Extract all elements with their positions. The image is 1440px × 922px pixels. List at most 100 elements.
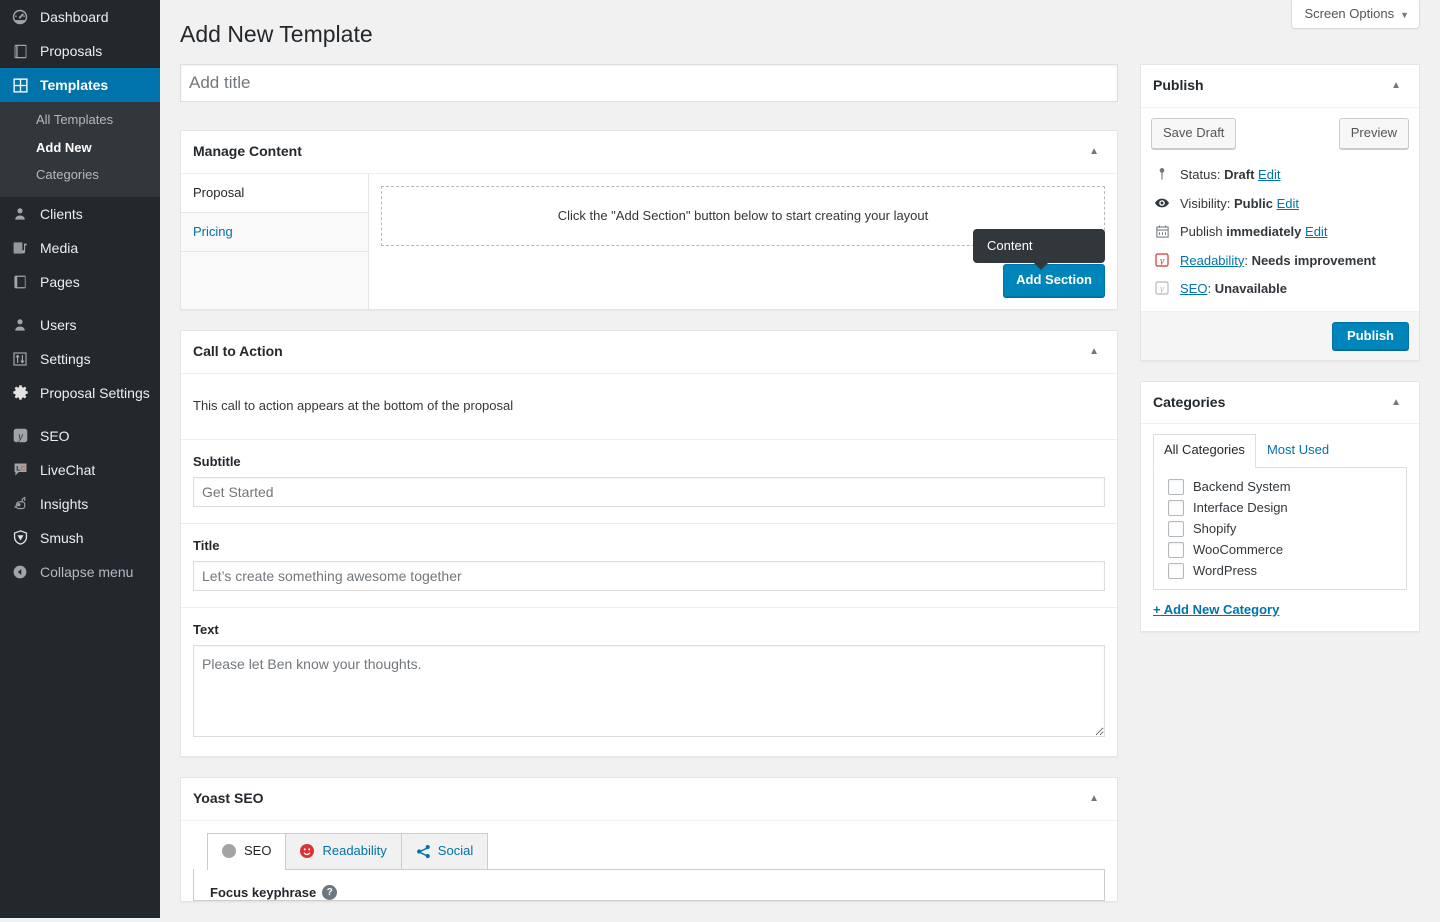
status-value: Draft (1224, 167, 1255, 183)
collapse-menu-button[interactable]: Collapse menu (0, 555, 160, 589)
publish-actions-bottom: Publish (1141, 310, 1419, 360)
submenu-label: All Templates (36, 112, 114, 127)
seo-row: y SEO: Unavailable (1141, 275, 1419, 311)
gear-icon (10, 383, 30, 403)
yoast-seo-title: Yoast SEO (193, 789, 264, 806)
publish-value: immediately (1226, 224, 1302, 240)
post-title-input[interactable] (180, 64, 1118, 102)
mc-tab-filler (181, 251, 368, 300)
svg-text:y: y (1159, 284, 1165, 295)
yoast-body: SEO Readability Social Focus keyphrase ? (181, 821, 1117, 901)
category-checkbox[interactable] (1168, 541, 1184, 558)
mc-tab-pricing[interactable]: Pricing (181, 212, 368, 252)
sidebar-item-smush[interactable]: Smush (0, 521, 160, 555)
sidebar-item-users[interactable]: Users (0, 308, 160, 342)
submenu-item-all-templates[interactable]: All Templates (0, 106, 160, 134)
sidebar-item-templates[interactable]: Templates (0, 68, 168, 102)
sidebar-item-pages[interactable]: Pages (0, 265, 160, 299)
category-checkbox[interactable] (1168, 499, 1184, 516)
visibility-prefix: Visibility: (1180, 195, 1234, 211)
categories-checklist[interactable]: Backend System Interface Design Shopify (1153, 467, 1407, 590)
add-section-button[interactable]: Add Section (1003, 263, 1105, 298)
status-text: Status: Draft Edit (1180, 165, 1280, 185)
sidebar-item-dashboard[interactable]: Dashboard (0, 0, 160, 34)
category-item[interactable]: Interface Design (1164, 498, 1396, 519)
publish-header: Publish ▲ (1141, 65, 1419, 108)
save-draft-button[interactable]: Save Draft (1151, 117, 1237, 150)
field-title: Title (181, 524, 1117, 608)
category-item[interactable]: Backend System (1164, 477, 1396, 498)
yoast-tab-list: SEO Readability Social (207, 832, 1105, 870)
subtitle-input[interactable] (193, 476, 1105, 507)
toggle-panel-icon[interactable]: ▲ (1083, 792, 1105, 806)
title-input[interactable] (193, 560, 1105, 591)
category-item[interactable]: WordPress (1164, 561, 1396, 582)
tab-most-used[interactable]: Most Used (1256, 434, 1340, 467)
sidebar-item-insights[interactable]: Insights (0, 487, 160, 521)
share-icon (416, 844, 430, 858)
sidebar-item-proposal-settings[interactable]: Proposal Settings (0, 376, 160, 410)
category-item[interactable]: Shopify (1164, 519, 1396, 540)
submenu-item-add-new[interactable]: Add New (0, 134, 160, 162)
yoast-tab-readability[interactable]: Readability (285, 832, 402, 869)
publish-actions-top: Save Draft Preview (1141, 108, 1419, 162)
sidebar-item-livechat[interactable]: LC LiveChat (0, 453, 160, 487)
sidebar-item-settings[interactable]: Settings (0, 342, 160, 376)
sidebar-item-media[interactable]: Media (0, 231, 160, 265)
category-checkbox[interactable] (1168, 520, 1184, 537)
call-to-action-title: Call to Action (193, 343, 283, 360)
toggle-panel-icon[interactable]: ▲ (1385, 79, 1407, 93)
seo-link[interactable]: SEO (1180, 281, 1207, 296)
yoast-tab-seo[interactable]: SEO (207, 832, 287, 870)
yoast-tab-social[interactable]: Social (400, 832, 489, 869)
categories-tab-list: All Categories Most Used (1153, 434, 1407, 468)
field-subtitle: Subtitle (181, 440, 1117, 524)
yoast-tab-label: Readability (322, 842, 387, 858)
edit-publish-date-link[interactable]: Edit (1305, 224, 1327, 239)
manage-content-panel: Manage Content ▲ Proposal Pricing Click … (180, 130, 1118, 311)
mc-tab-proposal[interactable]: Proposal (181, 173, 368, 213)
edit-status-link[interactable]: Edit (1258, 167, 1280, 182)
submenu-item-categories[interactable]: Categories (0, 161, 160, 189)
category-checkbox[interactable] (1168, 478, 1184, 495)
call-to-action-description: This call to action appears at the botto… (181, 374, 1117, 440)
sidebar-item-label: Settings (40, 350, 91, 367)
publish-button[interactable]: Publish (1332, 321, 1409, 350)
edit-visibility-link[interactable]: Edit (1277, 196, 1299, 211)
menu-separator (0, 299, 160, 308)
cat-tab-label: All Categories (1164, 442, 1245, 458)
status-row: Status: Draft Edit (1141, 161, 1419, 190)
text-textarea[interactable]: Please let Ben know your thoughts. (193, 644, 1105, 737)
sidebar-item-label: Smush (40, 529, 84, 546)
focus-keyphrase-text: Focus keyphrase (210, 884, 317, 900)
toggle-panel-icon[interactable]: ▲ (1385, 396, 1407, 410)
screen-options-button[interactable]: Screen Options ▼ (1291, 0, 1420, 29)
toggle-panel-icon[interactable]: ▲ (1083, 145, 1105, 159)
sidebar-item-seo[interactable]: y SEO (0, 419, 160, 453)
dashboard-icon (10, 7, 30, 27)
cat-tab-label: Most Used (1266, 442, 1330, 458)
help-icon[interactable]: ? (322, 884, 338, 900)
tab-all-categories[interactable]: All Categories (1153, 434, 1256, 468)
status-prefix: Status: (1180, 167, 1225, 183)
preview-button[interactable]: Preview (1338, 117, 1409, 150)
sidebar-item-clients[interactable]: Clients (0, 197, 160, 231)
categories-title: Categories (1153, 393, 1226, 410)
readability-link[interactable]: Readability (1180, 253, 1244, 268)
category-checkbox[interactable] (1168, 562, 1184, 579)
category-item[interactable]: WooCommerce (1164, 540, 1396, 561)
toggle-panel-icon[interactable]: ▲ (1083, 345, 1105, 359)
manage-content-title: Manage Content (193, 143, 302, 159)
sidebar-item-label: SEO (40, 427, 70, 444)
grid-icon (10, 75, 30, 95)
readability-value: Needs improvement (1251, 252, 1376, 268)
sidebar-item-proposals[interactable]: Proposals (0, 34, 160, 68)
add-new-category-link[interactable]: + Add New Category (1153, 602, 1279, 617)
livechat-icon: LC (10, 460, 30, 480)
yoast-seo-tab-content: Focus keyphrase ? (193, 868, 1105, 901)
publish-panel: Publish ▲ Save Draft Preview Status: Dra… (1140, 64, 1420, 361)
category-label: WooCommerce (1193, 542, 1284, 558)
wp-body: Screen Options ▼ Add New Template Manage … (160, 0, 1440, 918)
media-icon (10, 238, 30, 258)
user-icon (10, 204, 30, 224)
